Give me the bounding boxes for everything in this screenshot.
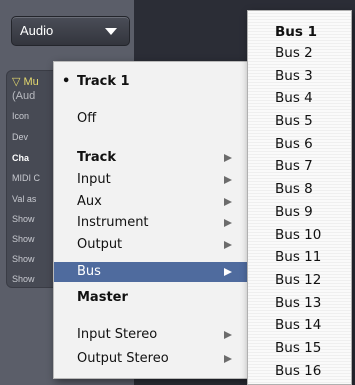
menu-item-track-1[interactable]: • Track 1	[54, 72, 248, 92]
submenu-arrow-icon	[224, 331, 232, 339]
submenu-item-bus-5[interactable]: Bus 5	[275, 110, 313, 132]
submenu-item-bus-2[interactable]: Bus 2	[275, 42, 313, 64]
menu-item-label: Track 1	[77, 74, 130, 89]
menu-item-track[interactable]: Track	[54, 148, 248, 168]
submenu-item-bus-4[interactable]: Bus 4	[275, 87, 313, 109]
submenu-item-bus-10[interactable]: Bus 10	[275, 224, 321, 246]
channel-popup-menu: • Track 1 Off Track Input Aux Instrument…	[53, 61, 249, 379]
submenu-item-bus-12[interactable]: Bus 12	[275, 269, 321, 291]
menu-item-label: Input	[77, 172, 111, 187]
submenu-arrow-icon	[224, 198, 232, 206]
submenu-item-bus-6[interactable]: Bus 6	[275, 133, 313, 155]
inspector-row-show-3: Show	[12, 254, 35, 264]
menu-item-aux[interactable]: Aux	[54, 192, 248, 212]
menu-item-label: Input Stereo	[77, 327, 158, 342]
inspector-row-icon: Icon	[12, 111, 30, 121]
menu-item-label: Off	[77, 111, 97, 126]
submenu-arrow-icon	[224, 241, 232, 249]
menu-item-output-stereo[interactable]: Output Stereo	[54, 349, 248, 369]
menu-item-label: Instrument	[77, 215, 149, 230]
submenu-arrow-icon	[224, 355, 232, 363]
inspector-row-show-1: Show	[12, 214, 35, 224]
submenu-item-bus-3[interactable]: Bus 3	[275, 65, 313, 87]
menu-item-input-stereo[interactable]: Input Stereo	[54, 325, 248, 345]
inspector-row-show-4: Show	[12, 274, 35, 284]
submenu-item-bus-8[interactable]: Bus 8	[275, 178, 313, 200]
menu-item-label: Track	[77, 150, 116, 165]
inspector-row-show-2: Show	[12, 234, 35, 244]
menu-item-label: Master	[77, 290, 128, 305]
submenu-item-bus-7[interactable]: Bus 7	[275, 155, 313, 177]
submenu-arrow-icon	[224, 154, 232, 162]
inspector-row-channel: Cha	[12, 153, 30, 163]
inspector-row-device: Dev	[12, 132, 29, 142]
checkmark-icon: •	[62, 74, 71, 89]
submenu-item-bus-15[interactable]: Bus 15	[275, 337, 321, 359]
submenu-item-bus-1[interactable]: Bus 1	[275, 21, 317, 43]
inspector-header[interactable]: ▽ Mu	[12, 75, 39, 88]
submenu-item-bus-14[interactable]: Bus 14	[275, 314, 321, 336]
submenu-item-bus-13[interactable]: Bus 13	[275, 292, 321, 314]
chevron-down-icon	[105, 28, 117, 35]
menu-item-label: Output Stereo	[77, 351, 169, 366]
menu-item-off[interactable]: Off	[54, 109, 248, 129]
menu-item-input[interactable]: Input	[54, 170, 248, 190]
submenu-item-bus-9[interactable]: Bus 9	[275, 201, 313, 223]
menu-item-bus[interactable]: Bus	[54, 262, 248, 282]
bus-submenu: Bus 1 Bus 2 Bus 3 Bus 4 Bus 5 Bus 6 Bus …	[247, 10, 352, 385]
inspector-row-value: Val as	[12, 194, 37, 204]
inspector-subheader: (Aud	[12, 90, 36, 102]
menu-item-master[interactable]: Master	[54, 288, 248, 308]
menu-item-label: Bus	[77, 264, 101, 279]
audio-select-value: Audio	[20, 23, 54, 38]
submenu-item-bus-16[interactable]: Bus 16	[275, 360, 321, 382]
audio-select[interactable]: Audio	[11, 16, 130, 46]
inspector-row-midi: MIDI C	[12, 173, 40, 183]
submenu-arrow-icon	[224, 268, 232, 276]
submenu-arrow-icon	[224, 176, 232, 184]
submenu-item-bus-11[interactable]: Bus 11	[275, 246, 321, 268]
menu-item-label: Aux	[77, 194, 102, 209]
menu-item-output[interactable]: Output	[54, 235, 248, 255]
submenu-arrow-icon	[224, 219, 232, 227]
menu-item-label: Output	[77, 237, 123, 252]
menu-item-instrument[interactable]: Instrument	[54, 213, 248, 233]
